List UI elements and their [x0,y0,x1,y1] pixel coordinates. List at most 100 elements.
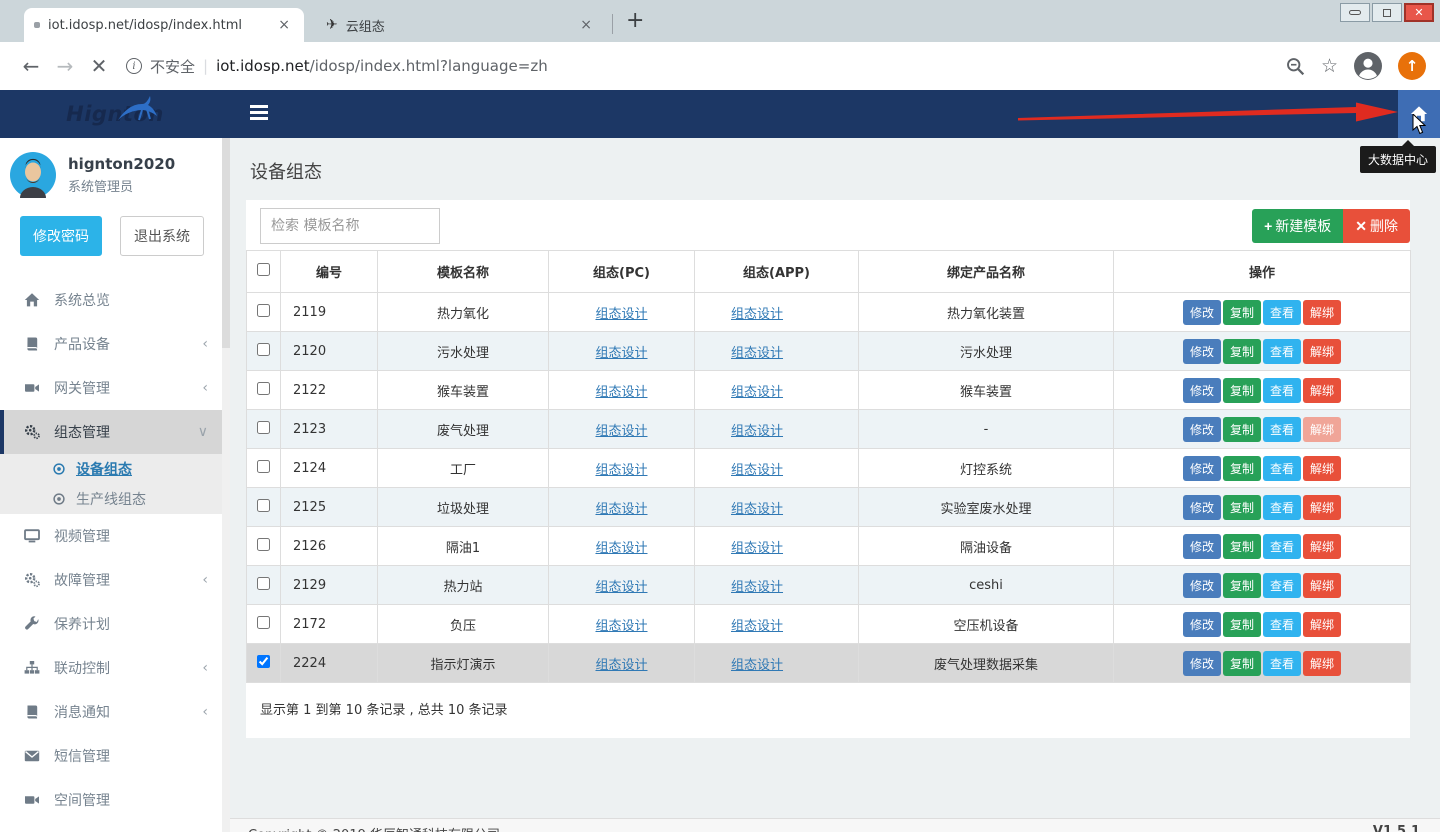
browser-tab-active[interactable]: iot.idosp.net/idosp/index.html × [24,8,304,42]
logout-button[interactable]: 退出系统 [120,216,204,256]
row-checkbox[interactable] [257,304,270,317]
sidebar-item-linkage[interactable]: 联动控制 ‹ [0,646,230,690]
view-button[interactable]: 查看 [1263,339,1301,364]
pc-config-link[interactable]: 组态设计 [595,346,647,361]
copy-button[interactable]: 复制 [1223,573,1261,598]
sidebar-item-system-overview[interactable]: 系统总览 [0,278,230,322]
change-password-button[interactable]: 修改密码 [20,216,102,256]
copy-button[interactable]: 复制 [1223,378,1261,403]
edit-button[interactable]: 修改 [1183,651,1221,676]
app-config-link[interactable]: 组态设计 [731,424,783,439]
edit-button[interactable]: 修改 [1183,495,1221,520]
row-checkbox[interactable] [257,382,270,395]
row-checkbox[interactable] [257,460,270,473]
app-config-link[interactable]: 组态设计 [731,580,783,595]
view-button[interactable]: 查看 [1263,378,1301,403]
edit-button[interactable]: 修改 [1183,378,1221,403]
view-button[interactable]: 查看 [1263,573,1301,598]
app-config-link[interactable]: 组态设计 [731,463,783,478]
sidebar-item-notifications[interactable]: 消息通知 ‹ [0,690,230,734]
minimize-button[interactable] [1340,3,1370,22]
view-button[interactable]: 查看 [1263,612,1301,637]
browser-tab-inactive[interactable]: ✈ 云组态 × [316,8,606,42]
stop-loading-button[interactable]: ✕ [82,54,116,78]
app-config-link[interactable]: 组态设计 [731,619,783,634]
info-icon[interactable]: i [126,58,142,74]
pc-config-link[interactable]: 组态设计 [595,541,647,556]
edit-button[interactable]: 修改 [1183,456,1221,481]
unbind-button[interactable]: 解绑 [1303,573,1341,598]
copy-button[interactable]: 复制 [1223,339,1261,364]
app-config-link[interactable]: 组态设计 [731,307,783,322]
pc-config-link[interactable]: 组态设计 [595,619,647,634]
unbind-button[interactable]: 解绑 [1303,495,1341,520]
unbind-button[interactable]: 解绑 [1303,339,1341,364]
app-config-link[interactable]: 组态设计 [731,502,783,517]
row-checkbox[interactable] [257,655,270,668]
copy-button[interactable]: 复制 [1223,651,1261,676]
unbind-button-disabled[interactable]: 解绑 [1303,417,1341,442]
app-config-link[interactable]: 组态设计 [731,541,783,556]
view-button[interactable]: 查看 [1263,300,1301,325]
unbind-button[interactable]: 解绑 [1303,651,1341,676]
unbind-button[interactable]: 解绑 [1303,612,1341,637]
copy-button[interactable]: 复制 [1223,495,1261,520]
row-checkbox[interactable] [257,616,270,629]
tab-close-icon[interactable]: × [576,17,596,33]
view-button[interactable]: 查看 [1263,495,1301,520]
edit-button[interactable]: 修改 [1183,300,1221,325]
view-button[interactable]: 查看 [1263,456,1301,481]
sidebar-item-configuration[interactable]: 组态管理 ∨ [0,410,230,454]
pc-config-link[interactable]: 组态设计 [595,502,647,517]
edit-button[interactable]: 修改 [1183,573,1221,598]
row-checkbox[interactable] [257,577,270,590]
select-all-checkbox[interactable] [257,263,270,276]
edit-button[interactable]: 修改 [1183,534,1221,559]
row-checkbox[interactable] [257,421,270,434]
row-checkbox[interactable] [257,499,270,512]
row-checkbox[interactable] [257,538,270,551]
copy-button[interactable]: 复制 [1223,300,1261,325]
tab-close-icon[interactable]: × [274,17,294,33]
unbind-button[interactable]: 解绑 [1303,456,1341,481]
new-template-button[interactable]: +新建模板 [1252,209,1343,243]
sidebar-item-fault[interactable]: 故障管理 ‹ [0,558,230,602]
view-button[interactable]: 查看 [1263,651,1301,676]
pc-config-link[interactable]: 组态设计 [595,424,647,439]
view-button[interactable]: 查看 [1263,417,1301,442]
back-button[interactable]: ← [14,54,48,78]
sidebar-item-product-devices[interactable]: 产品设备 ‹ [0,322,230,366]
row-checkbox[interactable] [257,343,270,356]
sidebar-scrollbar[interactable] [222,138,230,832]
sidebar-subitem-production-line-config[interactable]: 生产线组态 [0,484,230,514]
zoom-out-icon[interactable] [1286,57,1305,76]
sidebar-item-gateway[interactable]: 网关管理 ‹ [0,366,230,410]
pc-config-link[interactable]: 组态设计 [595,580,647,595]
unbind-button[interactable]: 解绑 [1303,534,1341,559]
new-tab-button[interactable]: + [626,8,644,33]
app-config-link[interactable]: 组态设计 [731,658,783,673]
sidebar-item-maintenance[interactable]: 保养计划 [0,602,230,646]
hamburger-menu-icon[interactable] [250,105,268,123]
close-button[interactable]: ✕ [1404,3,1434,22]
view-button[interactable]: 查看 [1263,534,1301,559]
pc-config-link[interactable]: 组态设计 [595,385,647,400]
profile-avatar-icon[interactable] [1354,52,1382,80]
copy-button[interactable]: 复制 [1223,417,1261,442]
copy-button[interactable]: 复制 [1223,612,1261,637]
edit-button[interactable]: 修改 [1183,417,1221,442]
pc-config-link[interactable]: 组态设计 [595,463,647,478]
edit-button[interactable]: 修改 [1183,612,1221,637]
address-bar[interactable]: i 不安全 | iot.idosp.net/idosp/index.html?l… [126,56,1274,77]
sidebar-item-sms[interactable]: 短信管理 [0,734,230,778]
pc-config-link[interactable]: 组态设计 [595,658,647,673]
forward-button[interactable]: → [48,54,82,78]
app-config-link[interactable]: 组态设计 [731,346,783,361]
bookmark-star-icon[interactable]: ☆ [1321,55,1338,77]
big-data-center-home-button[interactable] [1398,90,1440,138]
copy-button[interactable]: 复制 [1223,456,1261,481]
unbind-button[interactable]: 解绑 [1303,300,1341,325]
sidebar-item-video[interactable]: 视频管理 [0,514,230,558]
app-config-link[interactable]: 组态设计 [731,385,783,400]
unbind-button[interactable]: 解绑 [1303,378,1341,403]
